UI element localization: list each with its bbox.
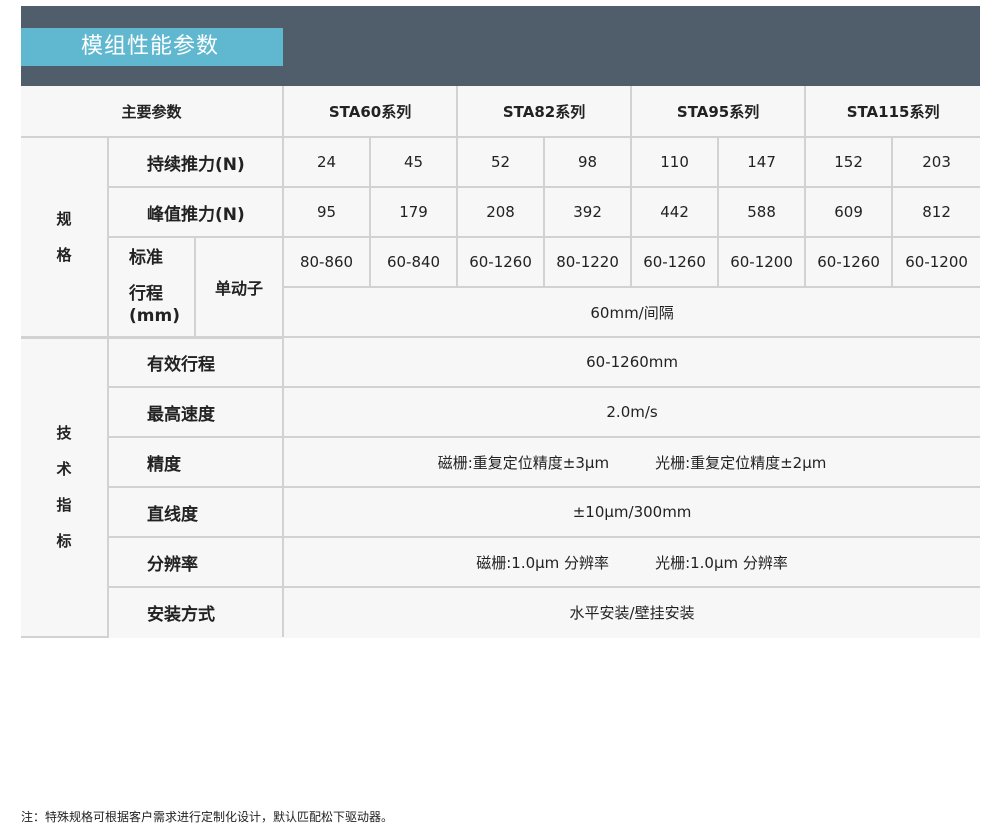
header-series-sta82: STA82系列 [456,86,633,138]
table-cell: 95 [282,187,372,238]
section-title: 模组性能参数 [21,28,283,66]
stroke-label: 标准 行程 (mm) [108,237,196,339]
table-cell: 80-1220 [543,237,633,288]
stroke-label-line: 标准 [129,247,163,268]
footnote: 注：特殊规格可根据客户需求进行定制化设计，默认匹配松下驱动器。 [21,810,394,824]
table-cell: 60-1200 [717,237,807,288]
performance-table: 主要参数 STA60系列 STA82系列 STA95系列 STA115系列 规 … [21,86,981,638]
table-row: 精度 磁栅:重复定位精度±3μm 光栅:重复定位精度±2μm [21,437,981,488]
straightness-value: ±10μm/300mm [282,487,981,538]
accuracy-value: 磁栅:重复定位精度±3μm 光栅:重复定位精度±2μm [282,437,981,488]
table-cell: 52 [456,137,546,188]
resolution-magnetic: 磁栅:1.0μm 分辨率 [476,553,610,572]
table-cell: 179 [369,187,459,238]
max-speed-value: 2.0m/s [282,387,981,438]
tech-category: 技 术 指 标 [21,337,109,638]
table-cell: 392 [543,187,633,238]
header-series-sta60: STA60系列 [282,86,459,138]
table-row: 直线度 ±10μm/300mm [21,487,981,538]
resolution-label: 分辨率 [108,537,285,588]
stroke-label-line: 行程 [129,283,163,304]
table-cell: 110 [630,137,720,188]
header-series-sta95: STA95系列 [630,86,807,138]
table-cell: 208 [456,187,546,238]
effective-stroke-label: 有效行程 [106,337,285,388]
table-cell: 60-1200 [891,237,981,288]
tech-category-char: 术 [56,460,72,479]
table-header-row: 主要参数 STA60系列 STA82系列 STA95系列 STA115系列 [21,86,981,138]
effective-stroke-value: 60-1260mm [282,337,981,388]
table-cell: 152 [804,137,894,188]
tech-category-char: 标 [56,532,72,551]
table-cell: 60-1260 [630,237,720,288]
table-row: 安装方式 水平安装/壁挂安装 [21,587,981,637]
table-cell: 442 [630,187,720,238]
table-cell: 60-840 [369,237,459,288]
continuous-thrust-label: 持续推力(N) [106,137,285,188]
max-speed-label: 最高速度 [108,387,285,438]
table-row: 技 术 指 标 有效行程 60-1260mm [21,337,981,638]
accuracy-label: 精度 [108,437,285,488]
single-mover-label: 单动子 [193,237,285,339]
accuracy-magnetic: 磁栅:重复定位精度±3μm [437,453,610,472]
spec-category-char: 规 [56,209,72,228]
table-cell: 60-1260 [456,237,546,288]
table-cell: 80-860 [282,237,372,288]
mounting-value: 水平安装/壁挂安装 [282,587,981,637]
table-row: 分辨率 磁栅:1.0μm 分辨率 光栅:1.0μm 分辨率 [21,537,981,588]
straightness-label: 直线度 [108,487,285,538]
table-cell: 60-1260 [804,237,894,288]
table-row: 标准 行程 (mm) 单动子 80-860 60-840 60-1260 80-… [21,237,981,339]
table-row: 规 格 持续推力(N) 24 45 52 98 110 147 152 203 [21,137,981,339]
table-row: 峰值推力(N) 95 179 208 392 442 588 609 812 [21,187,981,238]
stroke-interval: 60mm/间隔 [283,287,981,338]
peak-thrust-label: 峰值推力(N) [108,187,285,238]
table-cell: 98 [543,137,633,188]
spec-category: 规 格 [21,137,109,339]
accuracy-optical: 光栅:重复定位精度±2μm [655,453,827,472]
table-cell: 812 [891,187,981,238]
table-cell: 24 [282,137,372,188]
tech-category-char: 技 [56,424,72,443]
resolution-value: 磁栅:1.0μm 分辨率 光栅:1.0μm 分辨率 [282,537,981,588]
mounting-label: 安装方式 [108,587,285,637]
table-row: 最高速度 2.0m/s [21,387,981,438]
resolution-optical: 光栅:1.0μm 分辨率 [655,553,788,572]
table-cell: 45 [369,137,459,188]
header-main-params: 主要参数 [21,86,285,138]
table-cell: 588 [717,187,807,238]
table-cell: 609 [804,187,894,238]
header-series-sta115: STA115系列 [804,86,981,138]
stroke-label-line: (mm) [129,305,180,326]
table-cell: 147 [717,137,807,188]
tech-category-char: 指 [56,496,72,515]
spec-category-char: 格 [56,245,72,264]
table-cell: 203 [891,137,981,188]
